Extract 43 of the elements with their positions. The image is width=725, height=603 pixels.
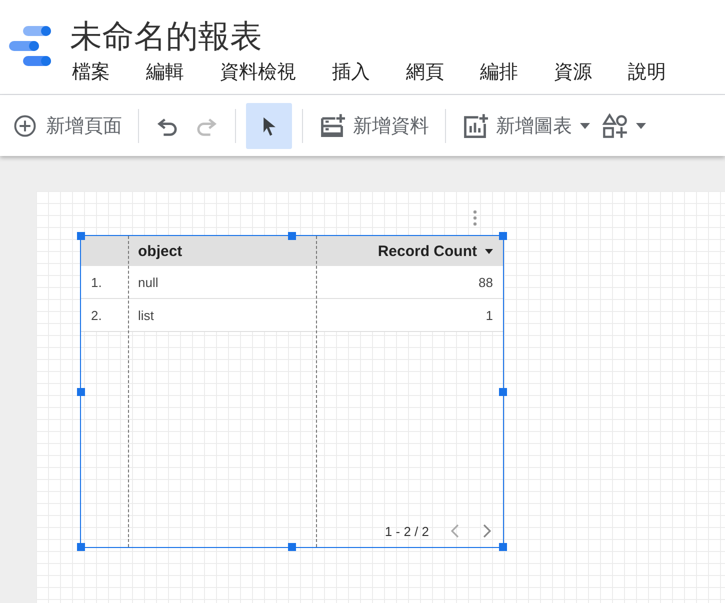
add-chart-icon bbox=[462, 112, 488, 138]
menu-item[interactable]: 資源 bbox=[554, 60, 592, 86]
more-icon[interactable] bbox=[472, 209, 478, 227]
table-cell: 88 bbox=[316, 266, 503, 299]
menu-item[interactable]: 檔案 bbox=[72, 60, 110, 86]
menu-item[interactable]: 資料檢視 bbox=[220, 60, 296, 86]
table-cell: 1 bbox=[316, 299, 503, 332]
resize-handle[interactable] bbox=[77, 543, 85, 551]
data-button[interactable]: 新增資料 bbox=[313, 102, 435, 148]
caret-icon bbox=[580, 122, 590, 128]
add-button[interactable]: 新增頁面 bbox=[6, 102, 128, 148]
caret-icon bbox=[636, 122, 646, 128]
table-cell: list bbox=[128, 299, 316, 332]
column-header[interactable]: Record Count bbox=[316, 236, 503, 266]
menu-item[interactable]: 編輯 bbox=[146, 60, 184, 86]
table-cell: null bbox=[128, 266, 316, 299]
menu-item[interactable]: 網頁 bbox=[406, 60, 444, 86]
resize-handle[interactable] bbox=[77, 232, 85, 240]
shapes-icon bbox=[602, 112, 628, 138]
resize-handle[interactable] bbox=[288, 543, 296, 551]
row-number: 1. bbox=[81, 266, 128, 299]
resize-handle[interactable] bbox=[77, 388, 85, 396]
sort-icon bbox=[485, 248, 493, 254]
header-cell bbox=[81, 236, 128, 266]
next-page-icon[interactable] bbox=[481, 523, 493, 539]
logo-icon bbox=[8, 25, 54, 67]
resize-handle[interactable] bbox=[288, 232, 296, 240]
chart-button[interactable]: 新增圖表 bbox=[456, 102, 596, 148]
resize-handle[interactable] bbox=[499, 232, 507, 240]
table-chart[interactable]: object Record Count 1. null 88 2. list 1 1 - 2 / 2 bbox=[80, 235, 504, 548]
add-data-icon bbox=[319, 112, 345, 138]
menu-item[interactable]: 編排 bbox=[480, 60, 518, 86]
menu-item[interactable]: 插入 bbox=[332, 60, 370, 86]
pointer-button[interactable] bbox=[246, 102, 292, 148]
menu-item[interactable]: 說明 bbox=[628, 60, 666, 86]
plus-circle-icon bbox=[12, 112, 38, 138]
previous-page-icon[interactable] bbox=[449, 523, 461, 539]
report-title[interactable]: 未命名的報表 bbox=[70, 16, 666, 56]
resize-handle[interactable] bbox=[499, 543, 507, 551]
row-number: 2. bbox=[81, 299, 128, 332]
page-indicator: 1 - 2 / 2 bbox=[384, 524, 429, 538]
column-header[interactable]: object bbox=[128, 236, 316, 266]
resize-handle[interactable] bbox=[499, 388, 507, 396]
